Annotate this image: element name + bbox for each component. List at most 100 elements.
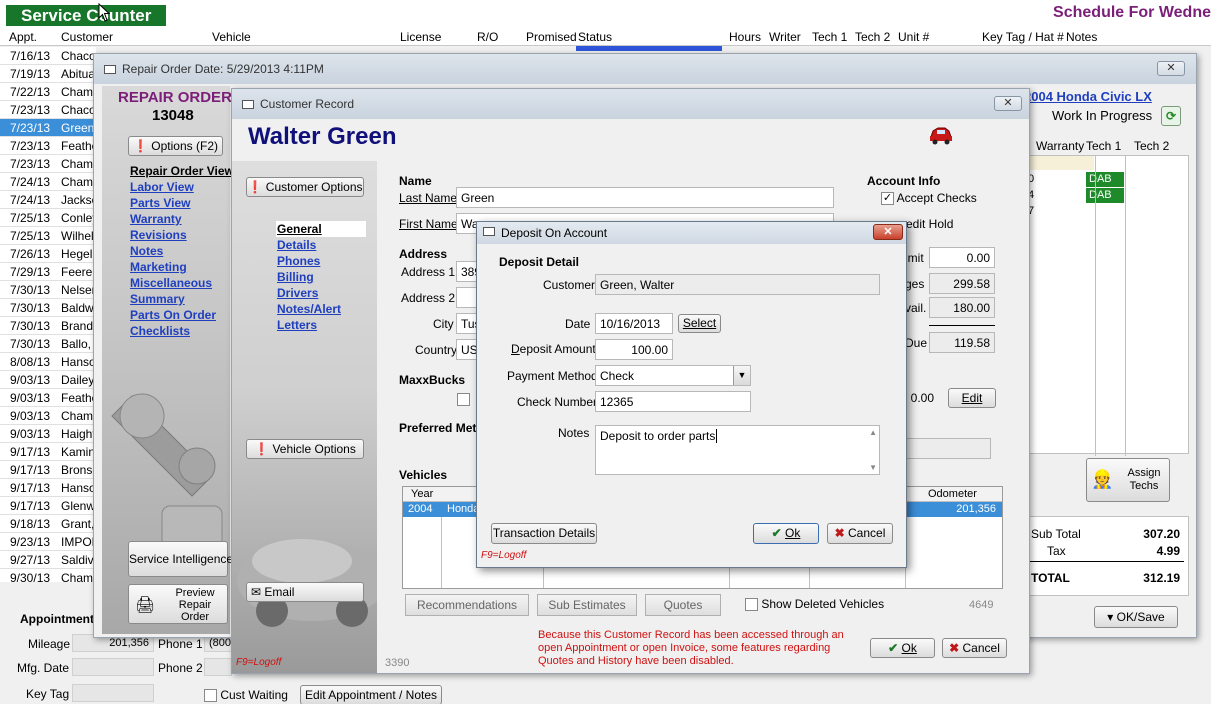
- col-tech2[interactable]: Tech 2: [855, 30, 890, 44]
- schedule-row[interactable]: 8/08/13 Hanso: [0, 353, 96, 371]
- maxxbucks-checkbox[interactable]: [457, 393, 470, 406]
- chevron-down-icon[interactable]: ▼: [733, 366, 750, 385]
- ro-link-labor-view[interactable]: Labor View: [130, 180, 194, 194]
- tech1-value[interactable]: DAB: [1086, 172, 1124, 187]
- edit-button[interactable]: Edit: [948, 388, 996, 408]
- ro-link-summary[interactable]: Summary: [130, 292, 185, 306]
- col-writer[interactable]: Writer: [769, 30, 801, 44]
- ro-link-marketing[interactable]: Marketing: [130, 260, 187, 274]
- col-notes[interactable]: Notes: [1066, 30, 1097, 44]
- tab-phones[interactable]: Phones: [277, 254, 320, 268]
- accept-checks-checkbox[interactable]: ✓ Accept Checks: [881, 191, 977, 206]
- key-tag-field[interactable]: [72, 684, 154, 702]
- tab-billing[interactable]: Billing: [277, 270, 314, 284]
- ro-link-checklists[interactable]: Checklists: [130, 324, 190, 338]
- cr-close-button[interactable]: ✕: [994, 96, 1022, 111]
- col-status[interactable]: Status: [578, 30, 612, 44]
- scroll-up-icon[interactable]: ▲: [869, 428, 877, 437]
- col-vehicle[interactable]: Vehicle: [212, 30, 251, 44]
- schedule-row[interactable]: 7/29/13 Feerer: [0, 263, 96, 281]
- schedule-row[interactable]: 7/24/13 Jackso: [0, 191, 96, 209]
- col-year[interactable]: Year: [411, 488, 433, 500]
- ro-link-notes[interactable]: Notes: [130, 244, 163, 258]
- tech1-value[interactable]: DAB: [1086, 188, 1124, 203]
- notes-field[interactable]: Deposit to order parts​ ▲ ▼: [595, 425, 880, 475]
- schedule-row[interactable]: 7/16/13 Chaco: [0, 47, 96, 65]
- cust-waiting-box[interactable]: [204, 689, 217, 703]
- check-number-field[interactable]: 12365: [595, 391, 751, 412]
- col-promised[interactable]: Promised: [526, 30, 577, 44]
- accept-checks-box[interactable]: ✓: [881, 192, 894, 206]
- col-key-tag[interactable]: Key Tag / Hat #: [982, 30, 1064, 44]
- schedule-row[interactable]: 9/17/13 Kamins: [0, 443, 96, 461]
- schedule-row[interactable]: 7/19/13 Abitua: [0, 65, 96, 83]
- col-customer[interactable]: Customer: [61, 30, 113, 44]
- show-deleted-box[interactable]: [745, 598, 758, 612]
- ro-link-revisions[interactable]: Revisions: [130, 228, 187, 242]
- edit-appointment-button[interactable]: Edit Appointment / Notes: [300, 685, 442, 704]
- schedule-row[interactable]: 7/30/13 Nelser: [0, 281, 96, 299]
- schedule-row[interactable]: 9/03/13 Haight: [0, 425, 96, 443]
- show-deleted-vehicles-checkbox[interactable]: Show Deleted Vehicles: [745, 597, 884, 612]
- cr-cancel-button[interactable]: ✖ Cancel: [942, 638, 1007, 658]
- tab-general[interactable]: General: [277, 222, 322, 236]
- ro-link-warranty[interactable]: Warranty: [130, 212, 182, 226]
- schedule-row[interactable]: 9/17/13 Hanso: [0, 479, 96, 497]
- col-license[interactable]: License: [400, 30, 441, 44]
- payment-method-select[interactable]: Check ▼: [595, 365, 751, 386]
- cr-ok-button[interactable]: ✔ Ok: [870, 638, 935, 658]
- col-line-tech2[interactable]: Tech 2: [1134, 139, 1169, 153]
- col-tech1[interactable]: Tech 1: [812, 30, 847, 44]
- ro-close-button[interactable]: ✕: [1157, 61, 1185, 76]
- schedule-row[interactable]: 9/03/13 Feathe: [0, 389, 96, 407]
- service-intelligence-button[interactable]: Service Intelligence: [128, 541, 233, 577]
- phone2-field[interactable]: [204, 658, 232, 676]
- ro-link-parts-view[interactable]: Parts View: [130, 196, 190, 210]
- recommendations-button[interactable]: Recommendations: [405, 594, 529, 616]
- preview-repair-order-button[interactable]: 🖨 Preview Repair Order: [128, 584, 228, 624]
- schedule-row[interactable]: 7/26/13 Hegel,: [0, 245, 96, 263]
- schedule-row[interactable]: 7/22/13 Chamb: [0, 83, 96, 101]
- vehicle-options-button[interactable]: ❗ Vehicle Options: [246, 439, 364, 459]
- schedule-row[interactable]: 9/03/13 Dailey: [0, 371, 96, 389]
- ro-link-repair-order-view[interactable]: Repair Order View: [130, 164, 234, 178]
- deposit-cancel-button[interactable]: ✖ Cancel: [827, 523, 893, 544]
- email-button[interactable]: ✉ Email: [246, 582, 364, 602]
- tab-drivers[interactable]: Drivers: [277, 286, 318, 300]
- mfg-date-field[interactable]: [72, 658, 154, 676]
- schedule-row[interactable]: 9/23/13 IMPOR: [0, 533, 96, 551]
- ro-vehicle-link[interactable]: 2004 Honda Civic LX: [1024, 89, 1152, 104]
- tab-details[interactable]: Details: [277, 238, 316, 252]
- col-odometer[interactable]: Odometer: [928, 488, 977, 500]
- schedule-row[interactable]: 7/30/13 Brande: [0, 317, 96, 335]
- scroll-down-icon[interactable]: ▼: [869, 463, 877, 472]
- limit-field[interactable]: 0.00: [929, 247, 995, 268]
- deposit-close-button[interactable]: ✕: [873, 224, 903, 240]
- ro-link-parts-on-order[interactable]: Parts On Order: [130, 308, 216, 322]
- col-ro[interactable]: R/O: [477, 30, 498, 44]
- col-line-tech1[interactable]: Tech 1: [1086, 139, 1121, 153]
- deposit-amount-field[interactable]: 100.00: [595, 339, 673, 360]
- sub-estimates-button[interactable]: Sub Estimates: [537, 594, 637, 616]
- ro-link-miscellaneous[interactable]: Miscellaneous: [130, 276, 212, 290]
- last-name-field[interactable]: Green: [456, 187, 834, 208]
- schedule-row[interactable]: 9/03/13 Chamb: [0, 407, 96, 425]
- schedule-row[interactable]: 7/23/13 Green: [0, 119, 96, 137]
- schedule-row[interactable]: 7/25/13 Conley: [0, 209, 96, 227]
- tab-notes-alert[interactable]: Notes/Alert: [277, 302, 341, 316]
- col-hours[interactable]: Hours: [729, 30, 761, 44]
- schedule-row[interactable]: 9/17/13 Glenw: [0, 497, 96, 515]
- schedule-row[interactable]: 7/30/13 Baldwi: [0, 299, 96, 317]
- transaction-details-button[interactable]: Transaction Details: [491, 523, 597, 544]
- col-warranty[interactable]: Warranty: [1036, 139, 1084, 153]
- quotes-button[interactable]: Quotes: [645, 594, 721, 616]
- cust-waiting-checkbox[interactable]: Cust Waiting: [204, 688, 288, 703]
- deposit-ok-button[interactable]: ✔ Ok: [753, 523, 819, 544]
- schedule-row[interactable]: 9/27/13 Saldiva: [0, 551, 96, 569]
- assign-techs-button[interactable]: 👷 Assign Techs: [1086, 458, 1170, 502]
- customer-options-button[interactable]: ❗ Customer Options: [246, 177, 364, 197]
- schedule-row[interactable]: 7/23/13 Feathe: [0, 137, 96, 155]
- deposit-date-field[interactable]: 10/16/2013: [595, 313, 673, 334]
- schedule-row[interactable]: 9/18/13 Grant,: [0, 515, 96, 533]
- ro-options-button[interactable]: ❗ Options (F2): [128, 136, 223, 156]
